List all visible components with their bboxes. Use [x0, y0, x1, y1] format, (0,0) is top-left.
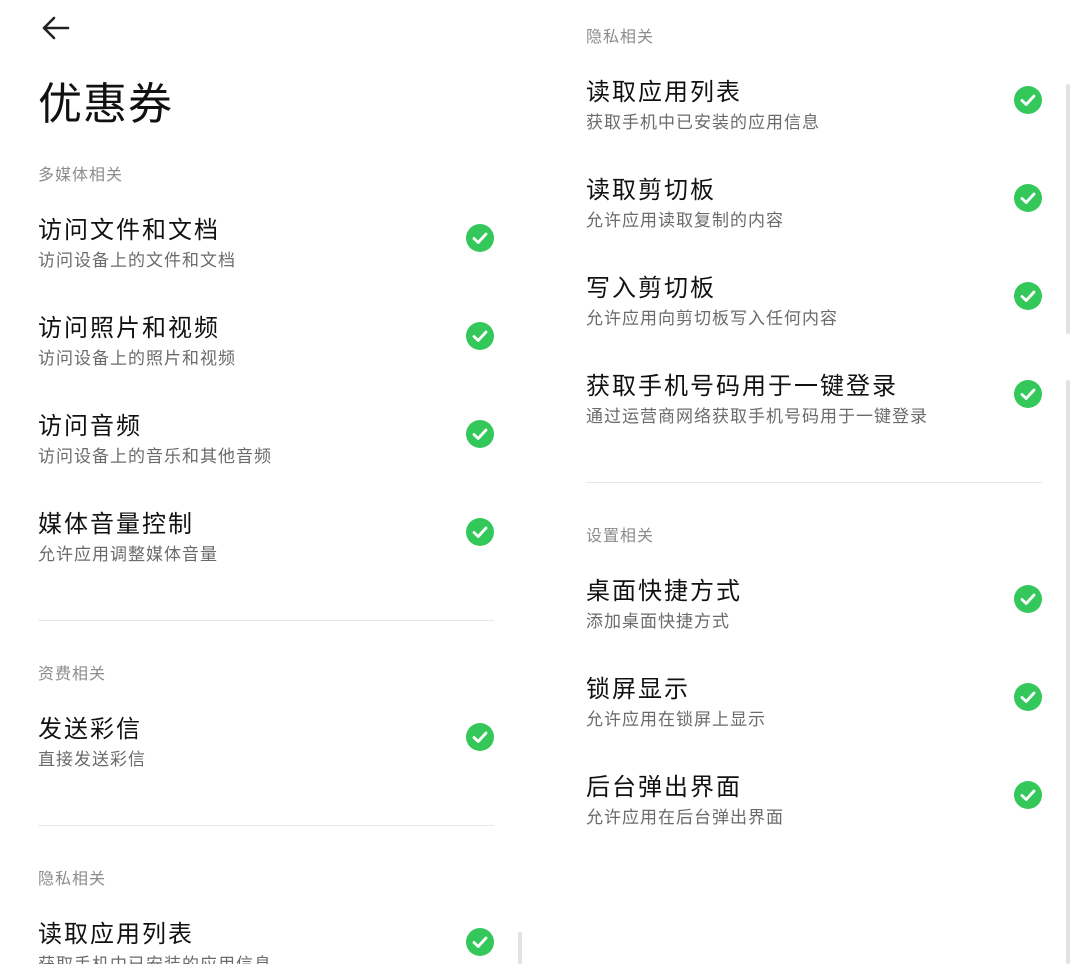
permission-desc: 访问设备上的音乐和其他音频	[38, 447, 272, 467]
section-header: 设置相关	[586, 526, 655, 545]
scrollbar[interactable]	[518, 932, 522, 964]
check-circle-icon	[1014, 86, 1042, 114]
permission-desc: 获取手机中已安装的应用信息	[586, 113, 820, 133]
permission-item[interactable]: 后台弹出界面 允许应用在后台弹出界面	[586, 747, 1042, 845]
check-circle-icon	[1014, 585, 1042, 613]
permission-title: 后台弹出界面	[586, 773, 742, 801]
check-circle-icon	[1014, 683, 1042, 711]
permission-desc: 访问设备上的文件和文档	[38, 251, 236, 271]
permission-desc: 允许应用向剪切板写入任何内容	[586, 309, 838, 329]
permission-list: 隐私相关 读取应用列表 获取手机中已安装的应用信息 读取剪切板 允许应用读取复制…	[586, 22, 1042, 845]
check-circle-icon	[466, 420, 494, 448]
permission-title: 锁屏显示	[586, 675, 690, 703]
check-circle-icon	[466, 928, 494, 956]
right-screen: 隐私相关 读取应用列表 获取手机中已安装的应用信息 读取剪切板 允许应用读取复制…	[548, 0, 1080, 964]
permission-title: 读取剪切板	[586, 176, 716, 204]
permission-title: 发送彩信	[38, 715, 142, 743]
check-circle-icon	[1014, 380, 1042, 408]
permission-title: 写入剪切板	[586, 274, 716, 302]
permission-title: 获取手机号码用于一键登录	[586, 372, 898, 400]
permission-title: 访问文件和文档	[38, 216, 220, 244]
permission-desc: 直接发送彩信	[38, 750, 146, 770]
back-button[interactable]	[36, 8, 76, 48]
permission-item[interactable]: 访问文件和文档 访问设备上的文件和文档	[38, 190, 494, 288]
permission-desc: 允许应用读取复制的内容	[586, 211, 784, 231]
permission-item[interactable]: 发送彩信 直接发送彩信	[38, 689, 494, 787]
permission-item[interactable]: 锁屏显示 允许应用在锁屏上显示	[586, 649, 1042, 747]
permission-item[interactable]: 读取应用列表 获取手机中已安装的应用信息	[586, 52, 1042, 150]
check-circle-icon	[1014, 282, 1042, 310]
check-circle-icon	[466, 224, 494, 252]
permission-desc: 获取手机中已安装的应用信息	[38, 950, 272, 964]
permission-title: 访问照片和视频	[38, 314, 220, 342]
permission-item[interactable]: 获取手机号码用于一键登录 通过运营商网络获取手机号码用于一键登录	[586, 346, 1042, 444]
permission-item[interactable]: 读取应用列表 获取手机中已安装的应用信息	[38, 894, 494, 964]
scrollbar[interactable]	[1066, 84, 1070, 334]
permission-title: 访问音频	[38, 412, 142, 440]
permission-title: 媒体音量控制	[38, 510, 194, 538]
permission-desc: 允许应用在锁屏上显示	[586, 710, 766, 730]
permission-title: 读取应用列表	[586, 78, 742, 106]
check-circle-icon	[466, 723, 494, 751]
check-circle-icon	[1014, 781, 1042, 809]
permission-title: 读取应用列表	[38, 920, 194, 948]
permission-item[interactable]: 访问照片和视频 访问设备上的照片和视频	[38, 288, 494, 386]
permission-item[interactable]: 桌面快捷方式 添加桌面快捷方式	[586, 551, 1042, 649]
permission-desc: 通过运营商网络获取手机号码用于一键登录	[586, 407, 928, 427]
permission-desc: 添加桌面快捷方式	[586, 612, 730, 632]
section-header: 隐私相关	[586, 27, 655, 46]
permission-item[interactable]: 媒体音量控制 允许应用调整媒体音量	[38, 484, 494, 582]
permission-desc: 允许应用调整媒体音量	[38, 545, 218, 565]
permission-desc: 允许应用在后台弹出界面	[586, 808, 784, 828]
permission-list: 多媒体相关 访问文件和文档 访问设备上的文件和文档 访问照片和视频 访问设备上的…	[38, 160, 494, 964]
permission-desc: 访问设备上的照片和视频	[38, 349, 236, 369]
check-circle-icon	[1014, 184, 1042, 212]
check-circle-icon	[466, 518, 494, 546]
page-title: 优惠券	[38, 79, 173, 130]
section-header: 多媒体相关	[38, 165, 124, 184]
section-header: 隐私相关	[38, 869, 107, 888]
permission-item[interactable]: 访问音频 访问设备上的音乐和其他音频	[38, 386, 494, 484]
arrow-left-icon	[42, 16, 70, 40]
left-screen: 优惠券 多媒体相关 访问文件和文档 访问设备上的文件和文档 访问照片和视频 访问…	[0, 0, 540, 964]
permission-item[interactable]: 读取剪切板 允许应用读取复制的内容	[586, 150, 1042, 248]
section-header: 资费相关	[38, 664, 107, 683]
permission-item[interactable]: 写入剪切板 允许应用向剪切板写入任何内容	[586, 248, 1042, 346]
check-circle-icon	[466, 322, 494, 350]
scrollbar[interactable]	[1066, 380, 1070, 964]
permission-title: 桌面快捷方式	[586, 577, 742, 605]
